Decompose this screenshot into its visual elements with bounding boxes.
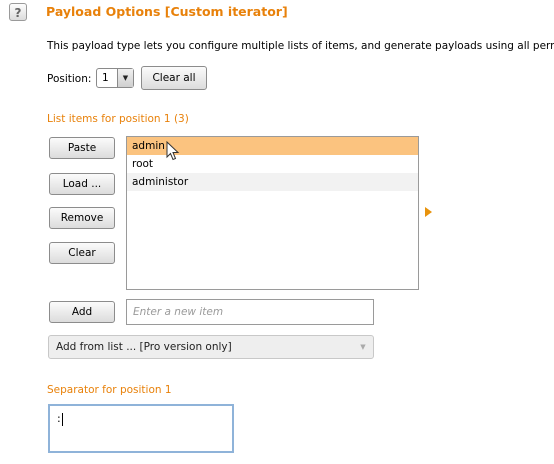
chevron-down-icon[interactable]: ▼ [353, 336, 373, 358]
mouse-cursor-icon [166, 141, 180, 161]
position-value: 1 [102, 72, 109, 84]
chevron-down-icon[interactable]: ▼ [117, 69, 133, 87]
new-item-input[interactable] [126, 299, 374, 325]
add-from-list-dropdown[interactable]: Add from list ... [Pro version only] ▼ [48, 335, 374, 359]
add-button[interactable]: Add [49, 301, 115, 323]
separator-value: : [57, 412, 61, 425]
description-text: This payload type lets you configure mul… [47, 40, 554, 52]
paste-button[interactable]: Paste [49, 137, 115, 159]
clear-button[interactable]: Clear [49, 242, 115, 264]
clear-all-button[interactable]: Clear all [141, 66, 207, 90]
expand-arrow-icon[interactable] [425, 207, 432, 217]
list-item[interactable]: administor [127, 173, 418, 191]
remove-button[interactable]: Remove [49, 207, 115, 229]
add-from-list-value: Add from list ... [Pro version only] [56, 341, 232, 353]
position-label: Position: [47, 73, 92, 85]
position-dropdown[interactable]: 1 ▼ [96, 68, 134, 88]
load-button[interactable]: Load ... [49, 173, 115, 195]
separator-label: Separator for position 1 [47, 384, 172, 396]
separator-input[interactable]: : [48, 404, 234, 453]
text-caret [61, 412, 63, 426]
help-icon[interactable]: ? [9, 3, 27, 21]
page-title: Payload Options [Custom iterator] [46, 4, 288, 19]
list-items-label: List items for position 1 (3) [47, 113, 189, 125]
